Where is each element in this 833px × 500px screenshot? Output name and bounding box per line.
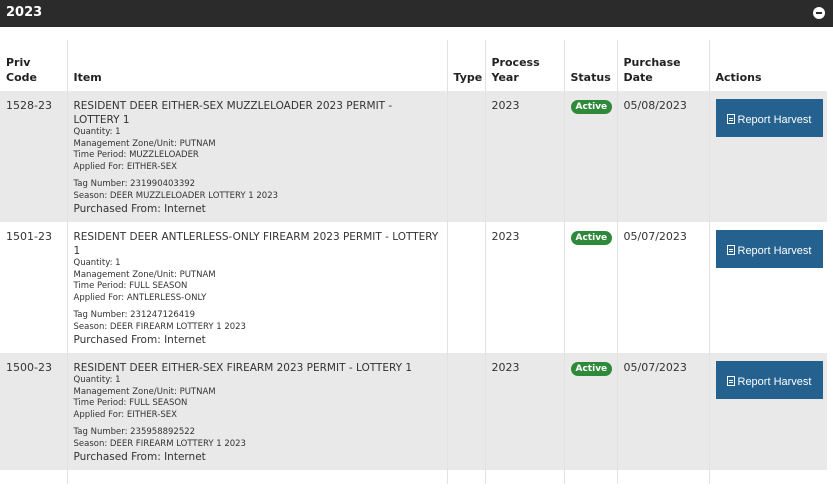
item-season: Season: DEER MUZZLELOADER LOTTERY 1 2023 (73, 190, 279, 201)
item-period: Time Period: FULL SEASON (73, 398, 188, 408)
col-process-year[interactable]: Process Year (485, 40, 565, 91)
item-zone: Management Zone/Unit: PUTNAM (73, 386, 216, 397)
status-cell: Active (564, 353, 618, 470)
item-purchased: Purchased From: Internet (73, 334, 206, 346)
purchase-date-cell: 05/07/2023 (617, 353, 710, 470)
report-harvest-button[interactable]: Report Harvest (715, 230, 823, 268)
type-cell (447, 91, 486, 222)
item-cell: RESIDENT DEER EITHER-SEX MUZZLELOADER 20… (67, 91, 448, 222)
col-purchase-date[interactable]: Purchase Date (617, 40, 710, 91)
actions-cell: Report Harvest (709, 353, 827, 470)
item-quantity: Quantity: 1 (73, 258, 121, 268)
item-applied: Applied For: ANTLERLESS-ONLY (73, 292, 207, 303)
report-harvest-button[interactable]: Report Harvest (715, 361, 823, 399)
item-purchased: Purchased From: Internet (73, 451, 206, 463)
privileges-table-wrap: Priv Code Item Type Process Year Status … (0, 40, 833, 484)
item-zone: Management Zone/Unit: PUTNAM (73, 138, 216, 149)
col-actions: Actions (715, 71, 762, 84)
item-applied: Applied For: EITHER-SEX (73, 409, 177, 420)
document-icon (726, 244, 735, 255)
process-year-cell: 2023 (485, 91, 565, 222)
panel-title: 2023 (6, 5, 43, 20)
table-row: 1528-23 RESIDENT DEER EITHER-SEX MUZZLEL… (0, 91, 827, 222)
actions-cell: Report Harvest (709, 91, 827, 222)
col-priv-code[interactable]: Priv Code (0, 40, 68, 91)
panel-header: 2023 (0, 0, 833, 27)
collapse-icon[interactable] (813, 7, 825, 19)
col-status[interactable]: Status (564, 40, 618, 91)
purchase-date-cell: 05/07/2023 (617, 222, 710, 353)
report-harvest-label: Report Harvest (737, 375, 812, 388)
col-type[interactable]: Type (447, 40, 486, 91)
item-season: Season: DEER FIREARM LOTTERY 1 2023 (73, 438, 246, 449)
table-row-partial (0, 470, 827, 484)
item-cell: RESIDENT DEER ANTLERLESS-ONLY FIREARM 20… (67, 222, 448, 353)
col-item[interactable]: Item (67, 40, 448, 91)
status-badge: Active (570, 231, 613, 245)
item-period: Time Period: FULL SEASON (73, 281, 188, 291)
item-zone: Management Zone/Unit: PUTNAM (73, 269, 216, 280)
item-applied: Applied For: EITHER-SEX (73, 161, 177, 172)
actions-cell: Report Harvest (709, 222, 827, 353)
item-quantity: Quantity: 1 (73, 127, 121, 137)
priv-code-cell: 1500-23 (0, 353, 68, 470)
privileges-table: Priv Code Item Type Process Year Status … (0, 40, 827, 484)
item-quantity: Quantity: 1 (73, 375, 121, 385)
table-row: 1500-23 RESIDENT DEER EITHER-SEX FIREARM… (0, 353, 827, 470)
item-tag: Tag Number: 231247126419 (73, 310, 196, 320)
item-season: Season: DEER FIREARM LOTTERY 1 2023 (73, 321, 246, 332)
item-period: Time Period: MUZZLELOADER (73, 150, 199, 160)
item-title: RESIDENT DEER EITHER-SEX MUZZLELOADER 20… (73, 100, 393, 126)
item-title: RESIDENT DEER ANTLERLESS-ONLY FIREARM 20… (73, 231, 439, 257)
item-title: RESIDENT DEER EITHER-SEX FIREARM 2023 PE… (73, 362, 413, 374)
priv-code-cell: 1501-23 (0, 222, 68, 353)
process-year-cell: 2023 (485, 222, 565, 353)
table-header-row: Priv Code Item Type Process Year Status … (0, 40, 827, 91)
status-cell: Active (564, 222, 618, 353)
type-cell (447, 222, 486, 353)
item-tag: Tag Number: 235958892522 (73, 427, 196, 437)
report-harvest-label: Report Harvest (737, 244, 812, 257)
status-badge: Active (570, 100, 613, 114)
item-purchased: Purchased From: Internet (73, 203, 206, 215)
status-cell: Active (564, 91, 618, 222)
item-tag: Tag Number: 231990403392 (73, 179, 196, 189)
priv-code-cell: 1528-23 (0, 91, 68, 222)
table-row: 1501-23 RESIDENT DEER ANTLERLESS-ONLY FI… (0, 222, 827, 353)
report-harvest-label: Report Harvest (737, 113, 812, 126)
process-year-cell: 2023 (485, 353, 565, 470)
purchase-date-cell: 05/08/2023 (617, 91, 710, 222)
document-icon (726, 113, 735, 124)
report-harvest-button[interactable]: Report Harvest (715, 99, 823, 137)
item-cell: RESIDENT DEER EITHER-SEX FIREARM 2023 PE… (67, 353, 448, 470)
document-icon (726, 375, 735, 386)
type-cell (447, 353, 486, 470)
status-badge: Active (570, 362, 613, 376)
